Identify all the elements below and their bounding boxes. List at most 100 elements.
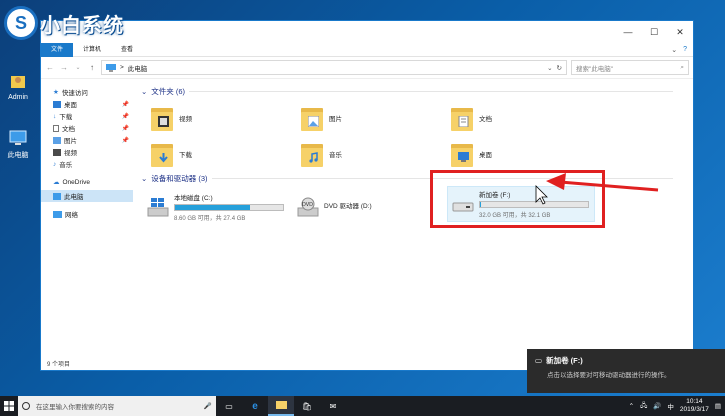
desktop-icon-admin[interactable]: Admin (0, 72, 36, 101)
start-button[interactable] (0, 396, 18, 416)
edge-browser-icon[interactable]: e (242, 396, 268, 416)
folder-music[interactable]: 音乐 (301, 139, 451, 169)
help-icon[interactable]: ? (683, 46, 687, 54)
clock[interactable]: 10:14 2019/3/17 (680, 398, 709, 414)
section-title: 文件夹 (6) (151, 87, 186, 96)
folders-section-header[interactable]: ⌄ 文件夹 (6) (141, 86, 693, 97)
close-button[interactable]: ✕ (667, 22, 693, 42)
star-icon: ★ (53, 89, 59, 96)
show-hidden-icons-icon[interactable]: ⌃ (629, 402, 634, 410)
recent-locations-icon[interactable]: ⌄ (73, 64, 83, 71)
sidebar-item-label: 快速访问 (61, 90, 88, 97)
sidebar-item-onedrive[interactable]: ☁ OneDrive (41, 176, 133, 188)
sidebar-item-desktop[interactable]: 桌面 📌 (41, 98, 133, 110)
sidebar-item-music[interactable]: ♪ 音乐 (41, 158, 133, 170)
maximize-button[interactable]: ☐ (641, 22, 667, 42)
notification-toast[interactable]: ▭ 新加卷 (F:) 点击以选择要对可移动驱动器进行的操作。 (527, 349, 725, 393)
minimize-button[interactable]: — (615, 22, 641, 42)
sidebar-item-videos[interactable]: 视频 (41, 146, 133, 158)
task-view-icon[interactable]: ▭ (216, 396, 242, 416)
clock-date: 2019/3/17 (679, 406, 709, 413)
cloud-icon: ☁ (53, 179, 60, 186)
ribbon-expand-icon[interactable]: ⌄ (671, 46, 677, 54)
notification-body: 点击以选择要对可移动驱动器进行的操作。 (547, 372, 671, 379)
ime-icon[interactable]: 中 (667, 401, 674, 411)
sidebar-item-label: 此电脑 (64, 194, 84, 201)
desktop-icon-this-pc[interactable]: 此电脑 (0, 128, 36, 160)
sidebar-item-documents[interactable]: 文档 📌 (41, 122, 133, 134)
pictures-icon (53, 136, 61, 144)
network-tray-icon[interactable]: 🖧 (640, 401, 647, 412)
ribbon-tabs: 文件 计算机 查看 ⌄ ? (41, 42, 693, 57)
annotation-highlight-box (430, 170, 605, 228)
folder-desktop[interactable]: 桌面 (451, 139, 601, 169)
watermark-logo: S 小白系统 (4, 6, 124, 40)
desktop-icon (53, 100, 61, 108)
sidebar-item-label: 桌面 (64, 102, 77, 109)
computer-icon (106, 63, 116, 72)
refresh-icon[interactable]: ↻ (557, 64, 562, 72)
tab-view[interactable]: 查看 (111, 43, 143, 57)
music-icon: ♪ (53, 160, 57, 168)
folder-documents[interactable]: 文档 (451, 103, 601, 133)
cortana-icon (22, 402, 30, 410)
tab-file[interactable]: 文件 (41, 42, 74, 57)
pictures-folder-icon (301, 105, 323, 131)
sidebar-item-label: OneDrive (62, 178, 90, 186)
section-title: 设备和驱动器 (3) (151, 174, 208, 183)
volume-icon[interactable]: 🔊 (653, 402, 661, 410)
file-explorer-taskbar-icon[interactable] (268, 396, 294, 416)
sidebar-item-label: 网络 (65, 212, 78, 219)
tab-computer[interactable]: 计算机 (73, 43, 111, 57)
taskbar-search-input[interactable]: 在这里输入你要搜索的内容 🎤 (18, 396, 216, 416)
sidebar-item-downloads[interactable]: ↓ 下载 📌 (41, 110, 133, 122)
sidebar-item-pictures[interactable]: 图片 📌 (41, 134, 133, 146)
status-bar-count: 9 个项目 (47, 362, 71, 368)
taskbar: 在这里输入你要搜索的内容 🎤 ▭ e 🛍 ✉ ⌃ 🖧 🔊 中 10:14 201… (0, 396, 725, 416)
logo-mark: S (4, 6, 38, 40)
sidebar-item-label: 图片 (64, 138, 77, 145)
folder-label: 视频 (179, 116, 192, 123)
folder-label: 桌面 (479, 152, 492, 159)
pin-icon: 📌 (121, 137, 129, 144)
music-folder-icon (301, 141, 323, 167)
address-bar[interactable]: > 此电脑 ⌄ ↻ (101, 60, 567, 75)
folder-downloads[interactable]: 下载 (151, 139, 301, 169)
sidebar-item-this-pc[interactable]: 此电脑 (41, 190, 133, 202)
drive-d[interactable]: DVD DVD 驱动器 (D:) (297, 192, 447, 228)
drive-notification-icon: ▭ (535, 356, 543, 365)
downloads-folder-icon (151, 141, 173, 167)
video-folder-icon (151, 105, 173, 131)
back-button[interactable]: ← (45, 63, 55, 72)
navigation-pane: ★ 快速访问 桌面 📌 ↓ 下载 📌 文档 📌 图片 📌 视频 ♪ 音乐 ☁ O… (41, 80, 133, 356)
up-button[interactable]: ↑ (87, 63, 97, 72)
desktop-icon-label: 此电脑 (7, 152, 29, 159)
folder-pictures[interactable]: 图片 (301, 103, 451, 133)
windows-drive-icon (147, 198, 169, 217)
search-placeholder: 在这里输入你要搜索的内容 (36, 404, 114, 411)
action-center-icon[interactable]: ▤ (715, 402, 721, 410)
desktop-icon-label: Admin (8, 94, 28, 101)
breadcrumb[interactable]: 此电脑 (128, 63, 543, 73)
pin-icon: 📌 (121, 101, 129, 108)
document-icon (53, 124, 59, 132)
search-input[interactable]: 搜索"此电脑" ⌕ (571, 60, 689, 75)
drive-label: DVD 驱动器 (D:) (324, 203, 372, 210)
address-dropdown-icon[interactable]: ⌄ (547, 64, 552, 72)
sidebar-item-network[interactable]: 网络 (41, 208, 133, 220)
content-pane: ⌄ 文件夹 (6) 视频 图片 文档 下载 音乐 桌面 ⌄ 设备和驱动器 (3)… (133, 80, 693, 356)
windows-logo-icon (4, 401, 14, 411)
store-icon[interactable]: 🛍 (294, 396, 320, 416)
drive-c[interactable]: 本地磁盘 (C:) 8.60 GB 可用，共 27.4 GB (147, 192, 297, 228)
forward-button[interactable]: → (59, 63, 69, 72)
sidebar-item-quick-access[interactable]: ★ 快速访问 (41, 86, 133, 98)
drive-usage-bar (174, 204, 284, 211)
mail-icon[interactable]: ✉ (320, 396, 346, 416)
address-row: ← → ⌄ ↑ > 此电脑 ⌄ ↻ 搜索"此电脑" ⌕ (41, 57, 693, 79)
microphone-icon[interactable]: 🎤 (204, 402, 212, 410)
clock-time: 10:14 (686, 398, 703, 405)
pin-icon: 📌 (121, 113, 129, 120)
breadcrumb-chevron: > (120, 64, 124, 71)
folder-videos[interactable]: 视频 (151, 103, 301, 133)
sidebar-item-label: 文档 (62, 126, 75, 133)
